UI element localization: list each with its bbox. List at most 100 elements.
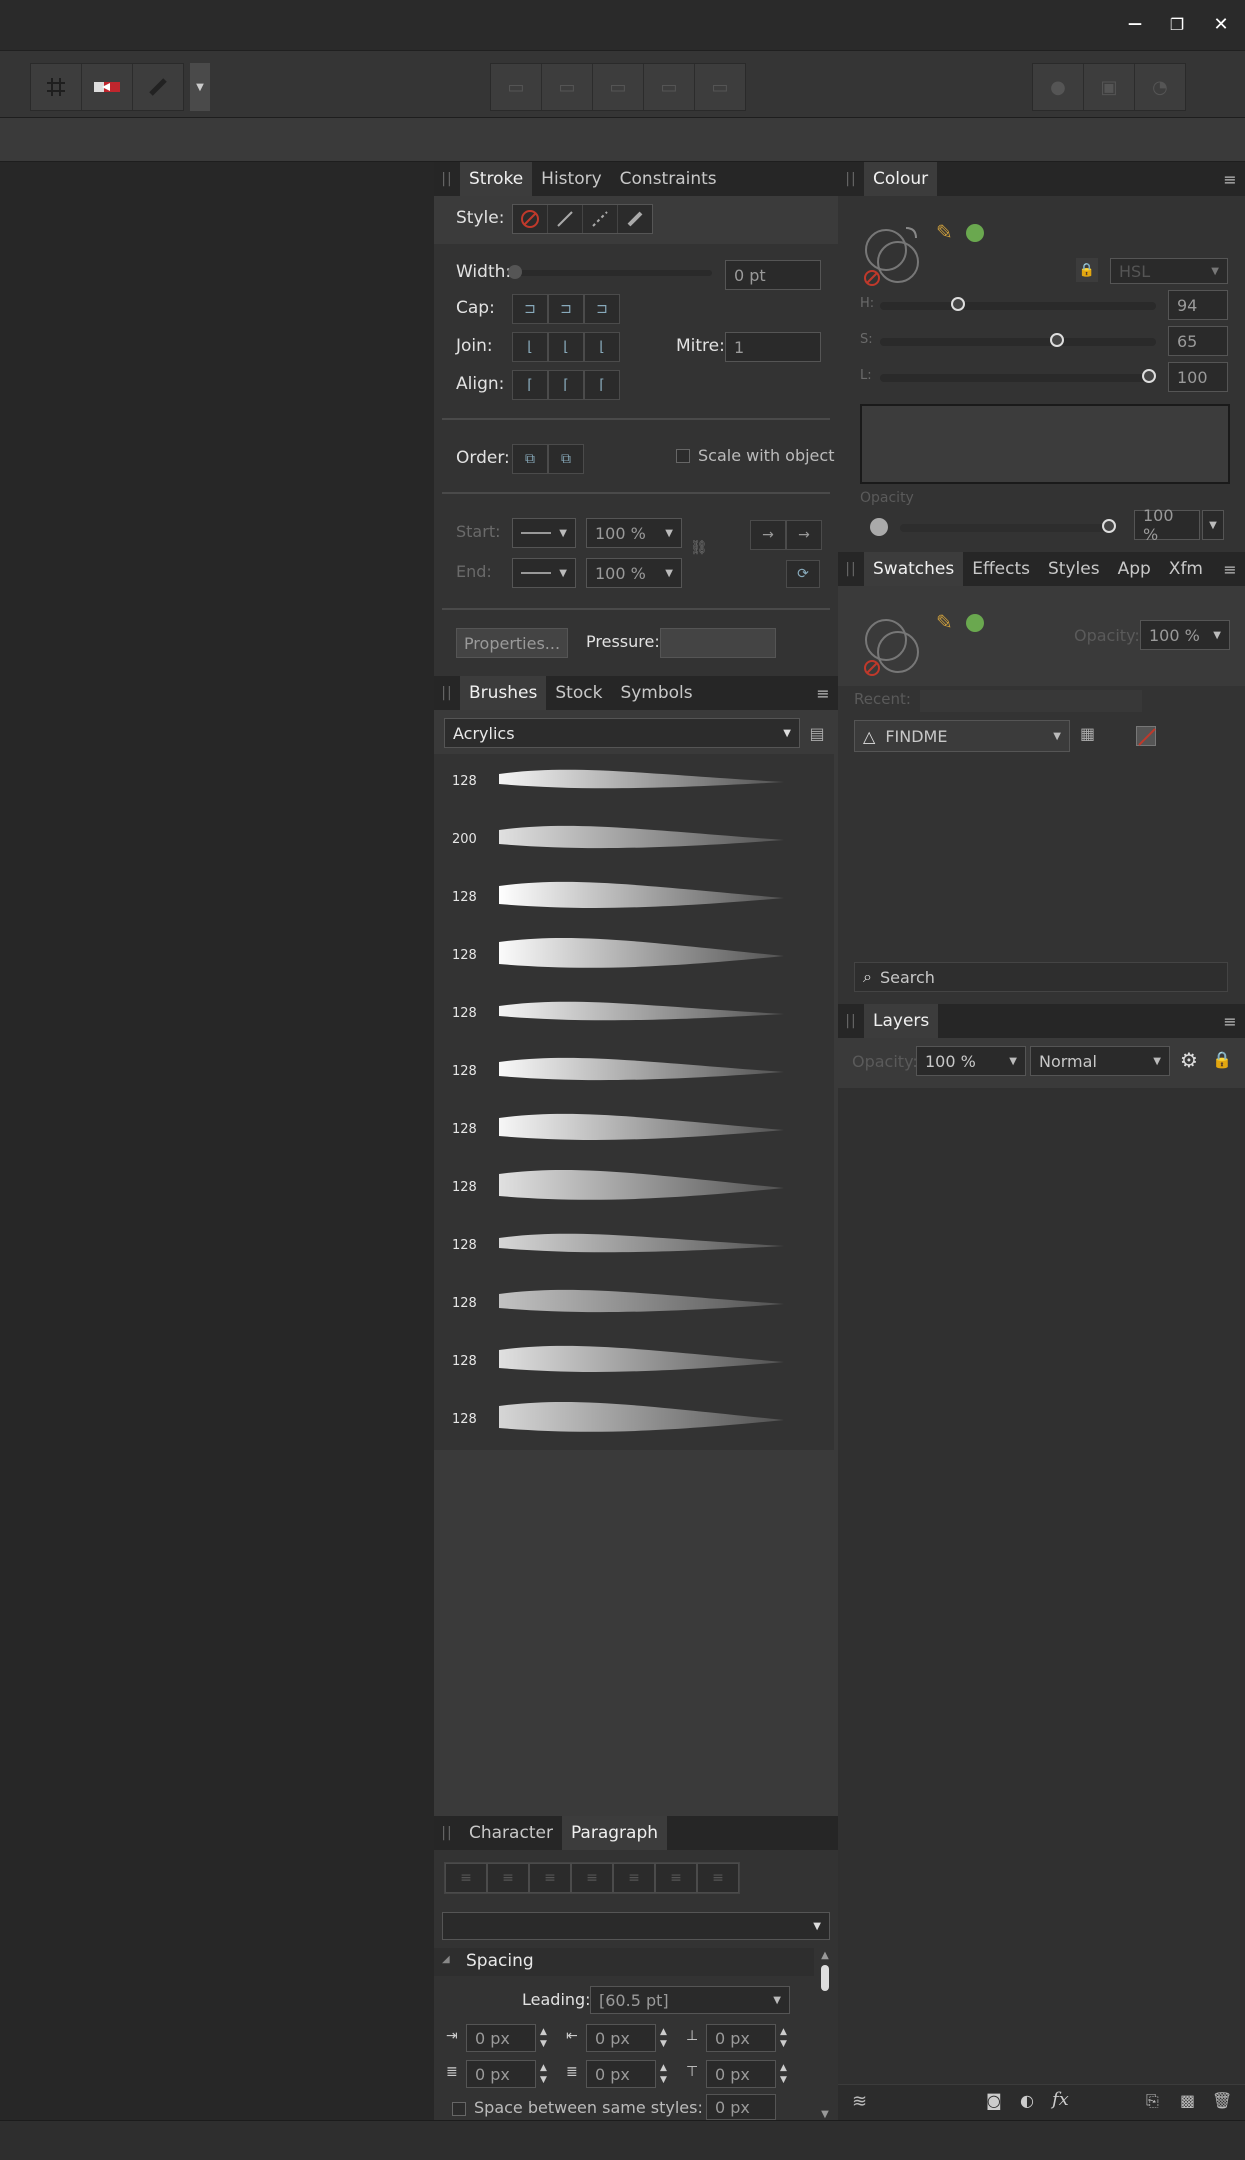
butt-cap-icon[interactable]: ⊐	[512, 294, 548, 324]
hue-input[interactable]: 94	[1168, 290, 1228, 320]
align-center-icon[interactable]: ⌈	[548, 370, 584, 400]
panel-menu-icon[interactable]: ≡	[1215, 162, 1245, 196]
panel-grip-icon[interactable]: ||	[434, 162, 460, 196]
panel-grip-icon[interactable]: ||	[434, 676, 460, 710]
lightness-input[interactable]: 100	[1168, 362, 1228, 392]
swatch-opacity-select[interactable]: 100 % ▼	[1140, 620, 1230, 650]
brush-item[interactable]: 128	[434, 1044, 834, 1102]
tab-character[interactable]: Character	[460, 1816, 562, 1850]
combine-icon[interactable]: ●	[1033, 64, 1084, 110]
opacity-slider-knob[interactable]	[1102, 519, 1116, 533]
brush-stroke-icon[interactable]	[618, 205, 652, 233]
lock-icon[interactable]: 🔒	[1076, 258, 1098, 282]
bevel-join-icon[interactable]: ⌊	[584, 332, 620, 362]
minimize-button[interactable]: —	[1118, 10, 1152, 38]
first-line-indent-input[interactable]: 0 px	[466, 2060, 536, 2088]
adjustment-icon[interactable]: ◐	[1020, 2091, 1034, 2110]
none-swatch-icon[interactable]	[1136, 726, 1156, 746]
tab-stock[interactable]: Stock	[546, 676, 611, 710]
hue-slider[interactable]	[880, 297, 1156, 311]
grid-icon[interactable]	[31, 64, 82, 110]
tab-app[interactable]: App	[1109, 552, 1160, 586]
brush-item[interactable]: 128	[434, 1392, 834, 1450]
eyedropper-icon[interactable]: ✎	[936, 220, 953, 244]
palette-select[interactable]: △ FINDME ▼	[854, 720, 1070, 752]
justify-left-icon[interactable]: ≡	[571, 1863, 613, 1893]
restore-button[interactable]: ❐	[1160, 10, 1194, 38]
end-arrowhead-select[interactable]: ▼	[512, 558, 576, 588]
tab-brushes[interactable]: Brushes	[460, 676, 547, 710]
brush-category-select[interactable]: Acrylics ▼	[444, 718, 800, 748]
brush-item[interactable]: 200	[434, 812, 834, 870]
scroll-down-icon[interactable]: ▼	[818, 2109, 832, 2120]
right-indent-input[interactable]: 0 px	[586, 2024, 656, 2052]
end-scale-select[interactable]: 100 % ▼	[586, 558, 682, 588]
no-stroke-icon[interactable]	[513, 205, 548, 233]
tab-symbols[interactable]: Symbols	[611, 676, 701, 710]
colour-preview[interactable]	[860, 404, 1230, 484]
collapse-triangle-icon[interactable]: ◢	[442, 1954, 450, 1965]
current-colour-swatch[interactable]	[966, 614, 984, 632]
hue-slider-knob[interactable]	[950, 297, 965, 311]
justify-right-icon[interactable]: ≡	[655, 1863, 697, 1893]
tab-constraints[interactable]: Constraints	[611, 162, 726, 196]
tab-layers[interactable]: Layers	[864, 1004, 939, 1038]
add-swatch-grid-icon[interactable]: ▦	[1080, 724, 1104, 748]
scale-checkbox[interactable]	[676, 449, 690, 463]
start-scale-select[interactable]: 100 % ▼	[586, 518, 682, 548]
trash-icon[interactable]: 🗑	[1212, 2091, 1232, 2110]
panel-menu-icon[interactable]: ≡	[1215, 1004, 1245, 1038]
stepper-icon[interactable]: ▲ ▼	[780, 2062, 787, 2086]
tab-swatches[interactable]: Swatches	[864, 552, 964, 586]
align-left-icon[interactable]: ≡	[445, 1863, 487, 1893]
start-arrowhead-select[interactable]: ▼	[512, 518, 576, 548]
opacity-input[interactable]: 100 %	[1134, 506, 1200, 544]
blend-mode-select[interactable]: Normal ▼	[1030, 1046, 1170, 1076]
lock-icon[interactable]: 🔒	[1212, 1050, 1232, 1069]
layers-opacity-select[interactable]: 100 % ▼	[916, 1046, 1026, 1076]
width-input[interactable]: 0 pt	[725, 260, 821, 290]
brush-item[interactable]: 128	[434, 754, 834, 812]
justify-center-icon[interactable]: ≡	[613, 1863, 655, 1893]
canvas-area[interactable]	[0, 162, 434, 2120]
tab-paragraph[interactable]: Paragraph	[561, 1816, 668, 1850]
stepper-icon[interactable]: ▲ ▼	[540, 2026, 547, 2050]
width-slider-knob[interactable]	[508, 265, 522, 279]
saturation-slider[interactable]	[880, 333, 1156, 347]
list-view-icon[interactable]: ▤	[806, 722, 828, 744]
panel-grip-icon[interactable]: ||	[434, 1816, 460, 1850]
properties-button[interactable]: Properties...	[456, 628, 568, 658]
panel-grip-icon[interactable]: ||	[838, 552, 864, 586]
saturation-input[interactable]: 65	[1168, 326, 1228, 356]
xor-shape-icon[interactable]: ▭	[644, 64, 695, 110]
tab-effects[interactable]: Effects	[963, 552, 1039, 586]
space-between-input[interactable]: 0 px	[706, 2094, 776, 2120]
panel-menu-icon[interactable]: ≡	[1215, 552, 1245, 586]
stepper-icon[interactable]: ▲ ▼	[540, 2062, 547, 2086]
snap-pencil-icon[interactable]	[133, 64, 183, 110]
flag-icon[interactable]	[82, 64, 133, 110]
tab-history[interactable]: History	[532, 162, 610, 196]
align-inside-icon[interactable]: ⌈	[512, 370, 548, 400]
paragraph-style-select[interactable]: ▼	[442, 1912, 830, 1940]
space-between-checkbox[interactable]	[452, 2102, 466, 2116]
stroke-front-icon[interactable]: ⧉	[548, 444, 584, 474]
saturation-slider-knob[interactable]	[1050, 333, 1065, 347]
fill-stroke-selector[interactable]	[858, 608, 928, 678]
swap-arrowheads-icon[interactable]: ⟳	[786, 560, 820, 588]
add-shape-icon[interactable]: ▭	[491, 64, 542, 110]
leading-select[interactable]: [60.5 pt] ▼	[590, 1986, 790, 2014]
brush-item[interactable]: 128	[434, 1276, 834, 1334]
new-page-icon[interactable]: ⎘	[1146, 2091, 1159, 2111]
brush-item[interactable]: 128	[434, 1334, 834, 1392]
tab-xfm[interactable]: Xfm	[1160, 552, 1212, 586]
panel-grip-icon[interactable]: ||	[838, 162, 864, 196]
brush-item[interactable]: 128	[434, 1218, 834, 1276]
justify-all-icon[interactable]: ≡	[697, 1863, 739, 1893]
link-icon[interactable]: ⛓	[690, 540, 708, 556]
brush-item[interactable]: 128	[434, 1102, 834, 1160]
width-slider[interactable]	[508, 265, 712, 279]
align-right-icon[interactable]: ≡	[529, 1863, 571, 1893]
tab-styles[interactable]: Styles	[1039, 552, 1109, 586]
subtract-shape-icon[interactable]: ▭	[542, 64, 593, 110]
